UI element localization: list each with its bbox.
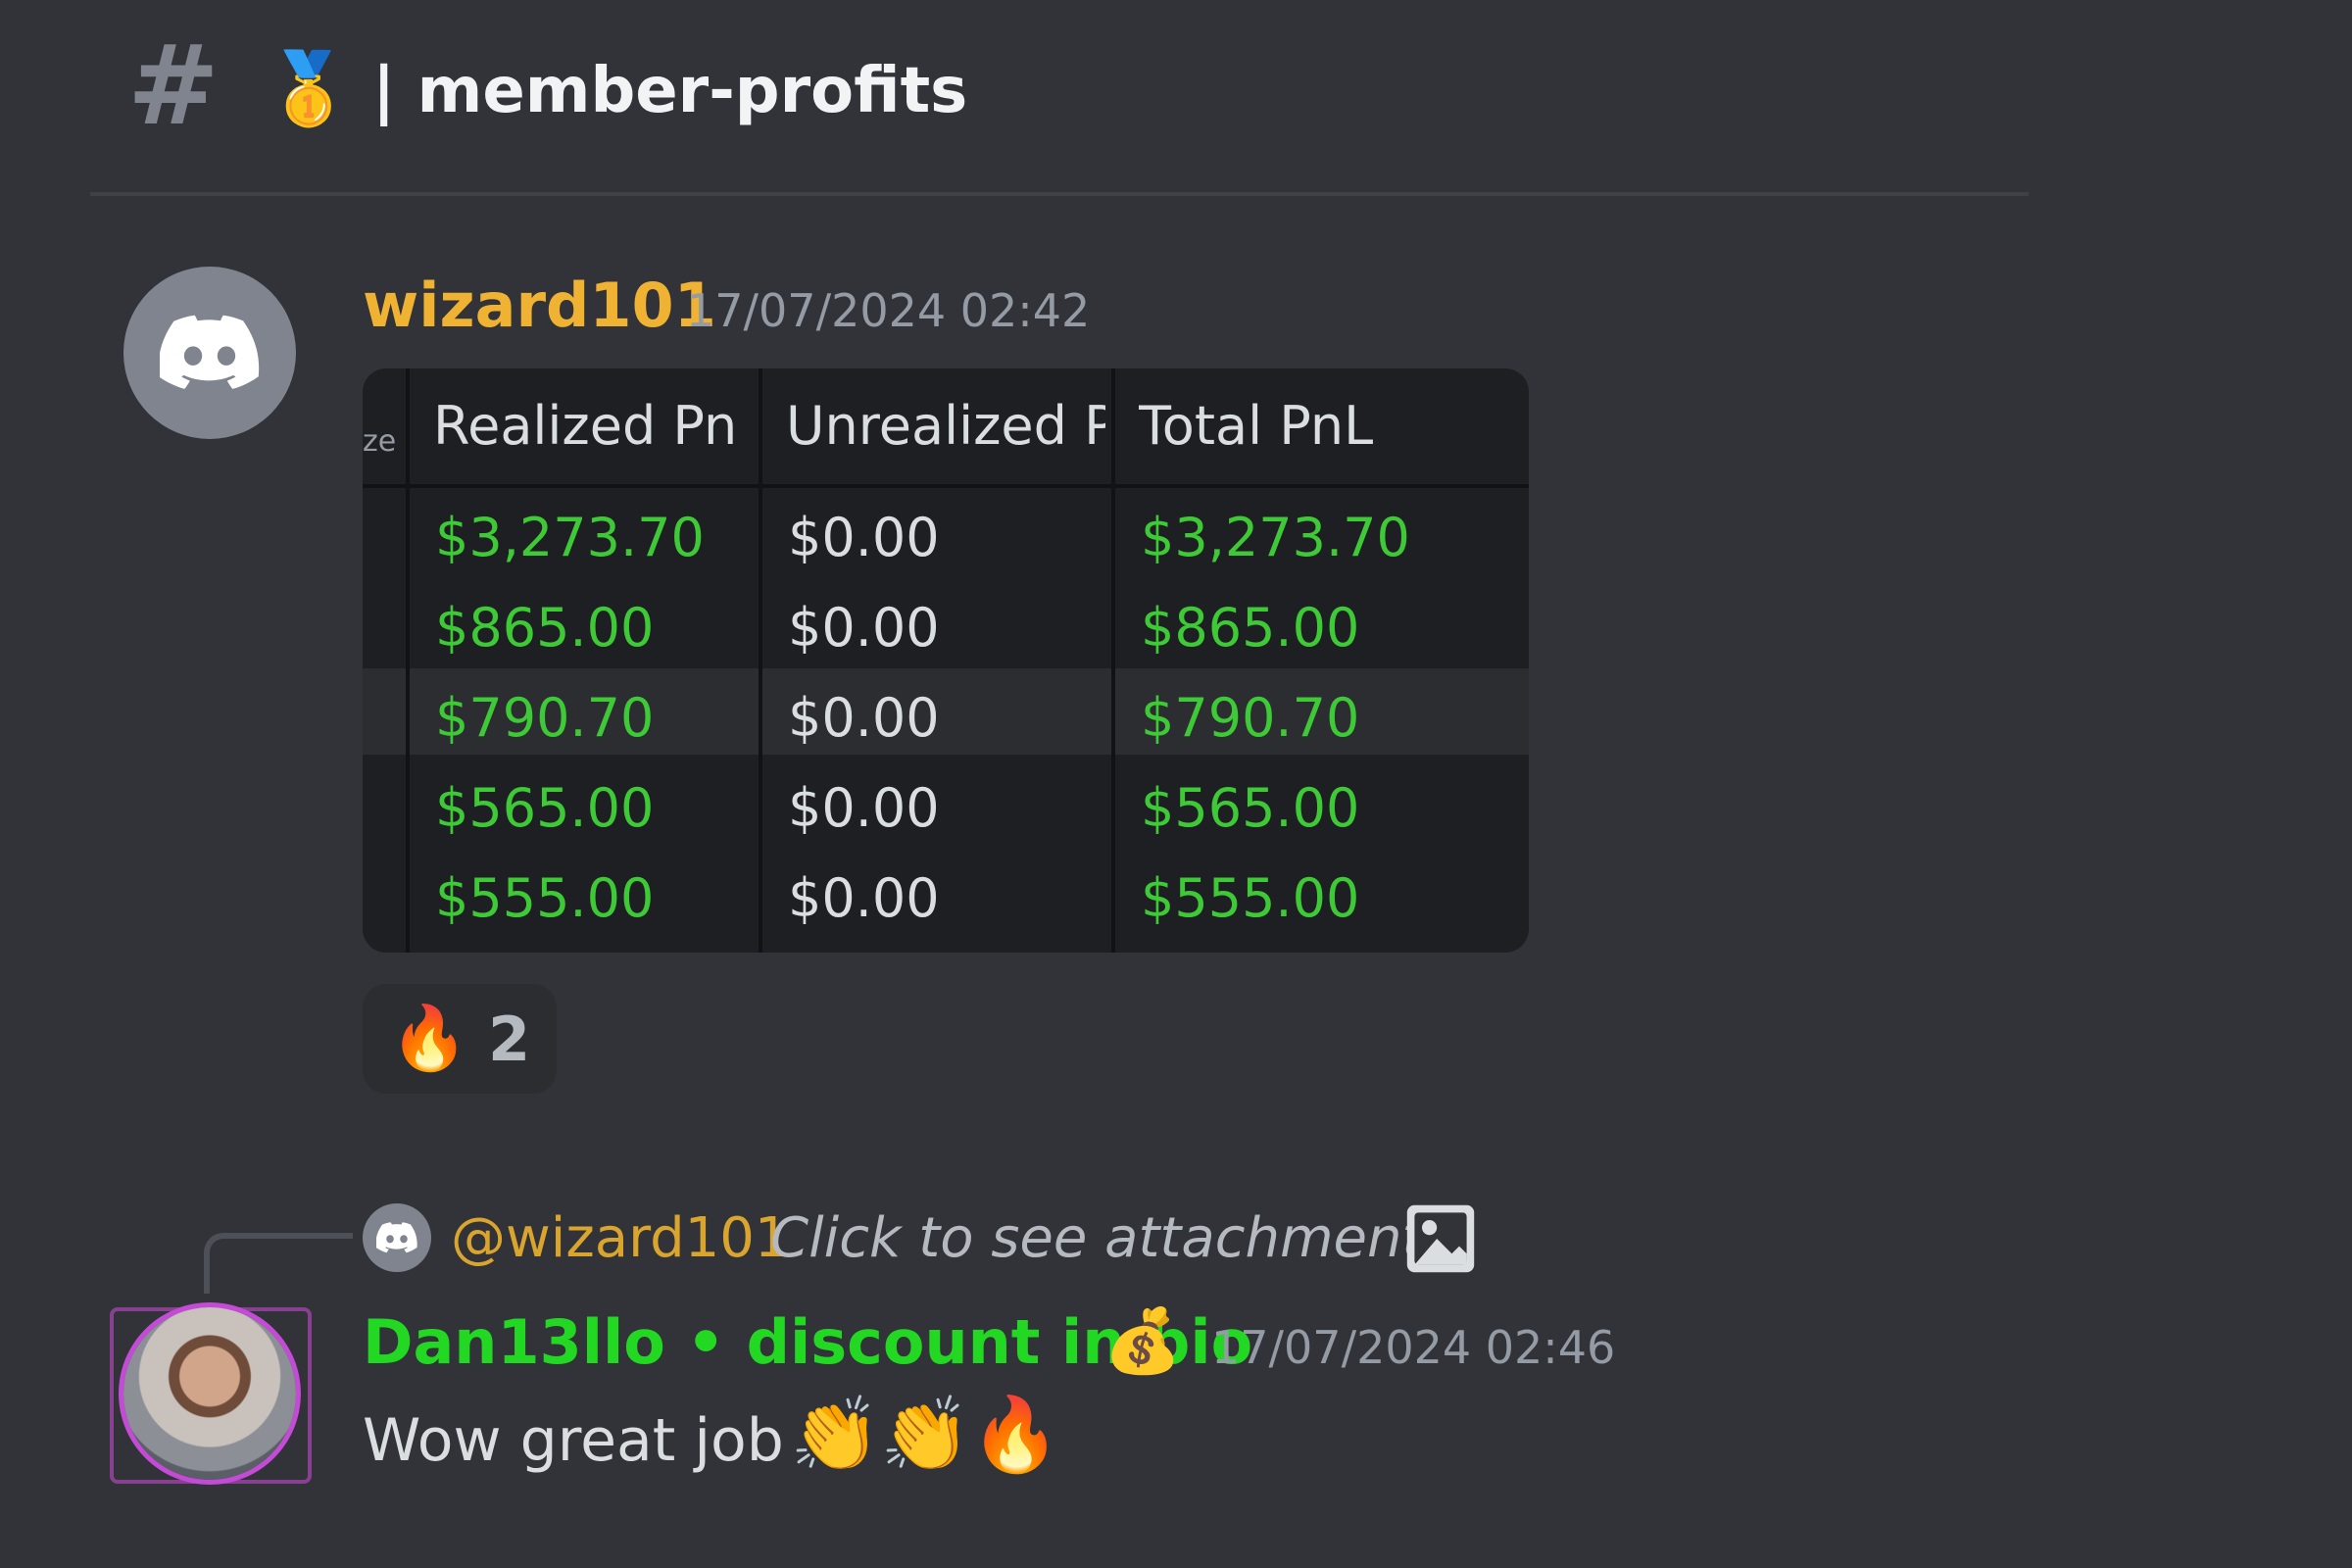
table-cell-realized: $3,273.70 <box>435 507 705 568</box>
table-cell-total: $865.00 <box>1141 597 1360 659</box>
table-cell-realized: $790.70 <box>435 687 655 749</box>
message-author[interactable]: wizard101 <box>363 267 716 345</box>
table-cell-realized: $565.00 <box>435 777 655 839</box>
table-cell-total: $555.00 <box>1141 867 1360 929</box>
money-bag-icon: 💰 <box>1103 1305 1182 1378</box>
discord-logo-icon <box>160 315 260 389</box>
fire-icon: 🔥 <box>390 1003 468 1075</box>
table-cell-unrealized: $0.00 <box>788 687 940 749</box>
message-text: Wow great job <box>363 1406 784 1475</box>
pnl-table-image[interactable]: ze Realized Pn Unrealized P Total PnL $3… <box>363 368 1529 953</box>
header-divider-line <box>363 484 1529 488</box>
channel-hash-icon: # <box>127 23 220 150</box>
table-header-total: Total PnL <box>1139 395 1374 457</box>
reaction-count: 2 <box>488 1004 531 1075</box>
column-divider <box>406 368 410 953</box>
channel-name[interactable]: | member-profits <box>372 47 967 135</box>
avatar[interactable] <box>123 1307 296 1480</box>
column-divider <box>1111 368 1115 953</box>
table-header-cut: ze <box>363 424 397 459</box>
reply-mention[interactable]: @wizard101 <box>451 1201 790 1276</box>
reply-avatar[interactable] <box>363 1203 431 1272</box>
reply-preview-text[interactable]: Click to see attachment <box>770 1201 1423 1276</box>
clapping-hands-fire-icon: 👏👏🔥 <box>790 1393 1061 1477</box>
table-cell-unrealized: $0.00 <box>788 597 940 659</box>
message-timestamp: 17/07/2024 02:42 <box>686 284 1091 337</box>
table-cell-total: $790.70 <box>1141 687 1360 749</box>
reaction-button[interactable]: 🔥 2 <box>363 984 557 1094</box>
image-attachment-icon[interactable] <box>1403 1201 1478 1276</box>
table-cell-realized: $865.00 <box>435 597 655 659</box>
table-cell-unrealized: $0.00 <box>788 867 940 929</box>
table-cell-unrealized: $0.00 <box>788 777 940 839</box>
gold-medal-icon: 🥇 <box>265 47 353 129</box>
column-divider <box>759 368 762 953</box>
table-header-unrealized: Unrealized P <box>786 395 1105 457</box>
table-cell-realized: $555.00 <box>435 867 655 929</box>
table-cell-total: $3,273.70 <box>1141 507 1410 568</box>
header-divider <box>90 192 2029 196</box>
avatar[interactable] <box>123 267 296 439</box>
channel-header: # 🥇 | member-profits <box>0 0 2352 196</box>
discord-logo-icon <box>376 1222 417 1253</box>
message-timestamp: 17/07/2024 02:46 <box>1211 1321 1616 1374</box>
table-header-realized: Realized Pn <box>433 395 738 457</box>
table-cell-total: $565.00 <box>1141 777 1360 839</box>
reply-connector <box>204 1233 353 1294</box>
table-cell-unrealized: $0.00 <box>788 507 940 568</box>
